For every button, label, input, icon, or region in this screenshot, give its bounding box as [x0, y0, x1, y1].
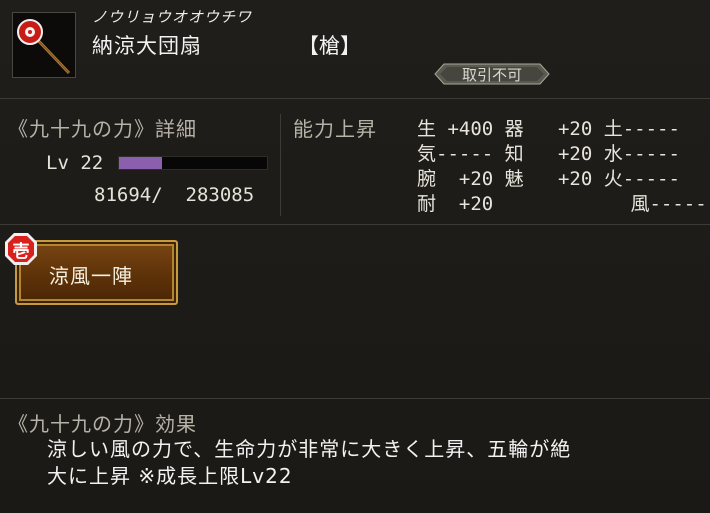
exp-bar	[118, 156, 268, 170]
rank-one-badge-icon: 壱	[4, 232, 38, 266]
stat-row: 腕 +20 魅 +20 火-----	[417, 168, 680, 190]
exp-bar-fill	[119, 157, 162, 169]
stat-row: 気----- 知 +20 水-----	[417, 143, 680, 165]
skill-label: 涼風一陣	[49, 264, 133, 288]
divider	[0, 98, 710, 99]
stats-title: 能力上昇	[293, 117, 377, 141]
divider	[0, 398, 710, 399]
item-name: 納涼大団扇	[92, 34, 202, 58]
level-text: Lv 22	[46, 152, 104, 174]
divider	[280, 114, 281, 216]
effect-line: 大に上昇 ※成長上限Lv22	[47, 464, 293, 488]
trade-status-label: 取引不可	[461, 65, 522, 84]
item-icon-frame	[12, 12, 76, 78]
effect-line: 涼しい風の力で、生命力が非常に大きく上昇、五輪が絶	[47, 437, 572, 461]
exp-text: 81694/ 283085	[94, 184, 255, 206]
item-reading: ノウリョウオオウチワ	[92, 8, 253, 26]
divider	[0, 224, 710, 225]
item-detail-panel: ノウリョウオオウチワ 納涼大団扇 【槍】 取引不可 《九十九の力》詳細 Lv 2…	[0, 0, 710, 513]
rank-badge-label: 壱	[12, 242, 30, 262]
stat-row: 耐 +20 風-----	[417, 193, 707, 215]
weapon-type: 【槍】	[298, 34, 361, 58]
skill-button[interactable]: 涼風一陣	[15, 240, 178, 305]
trade-status-badge: 取引不可	[434, 63, 550, 85]
stat-row: 生 +400 器 +20 土-----	[417, 118, 680, 140]
fan-icon	[17, 19, 71, 75]
power-section-title: 《九十九の力》詳細	[8, 117, 197, 141]
